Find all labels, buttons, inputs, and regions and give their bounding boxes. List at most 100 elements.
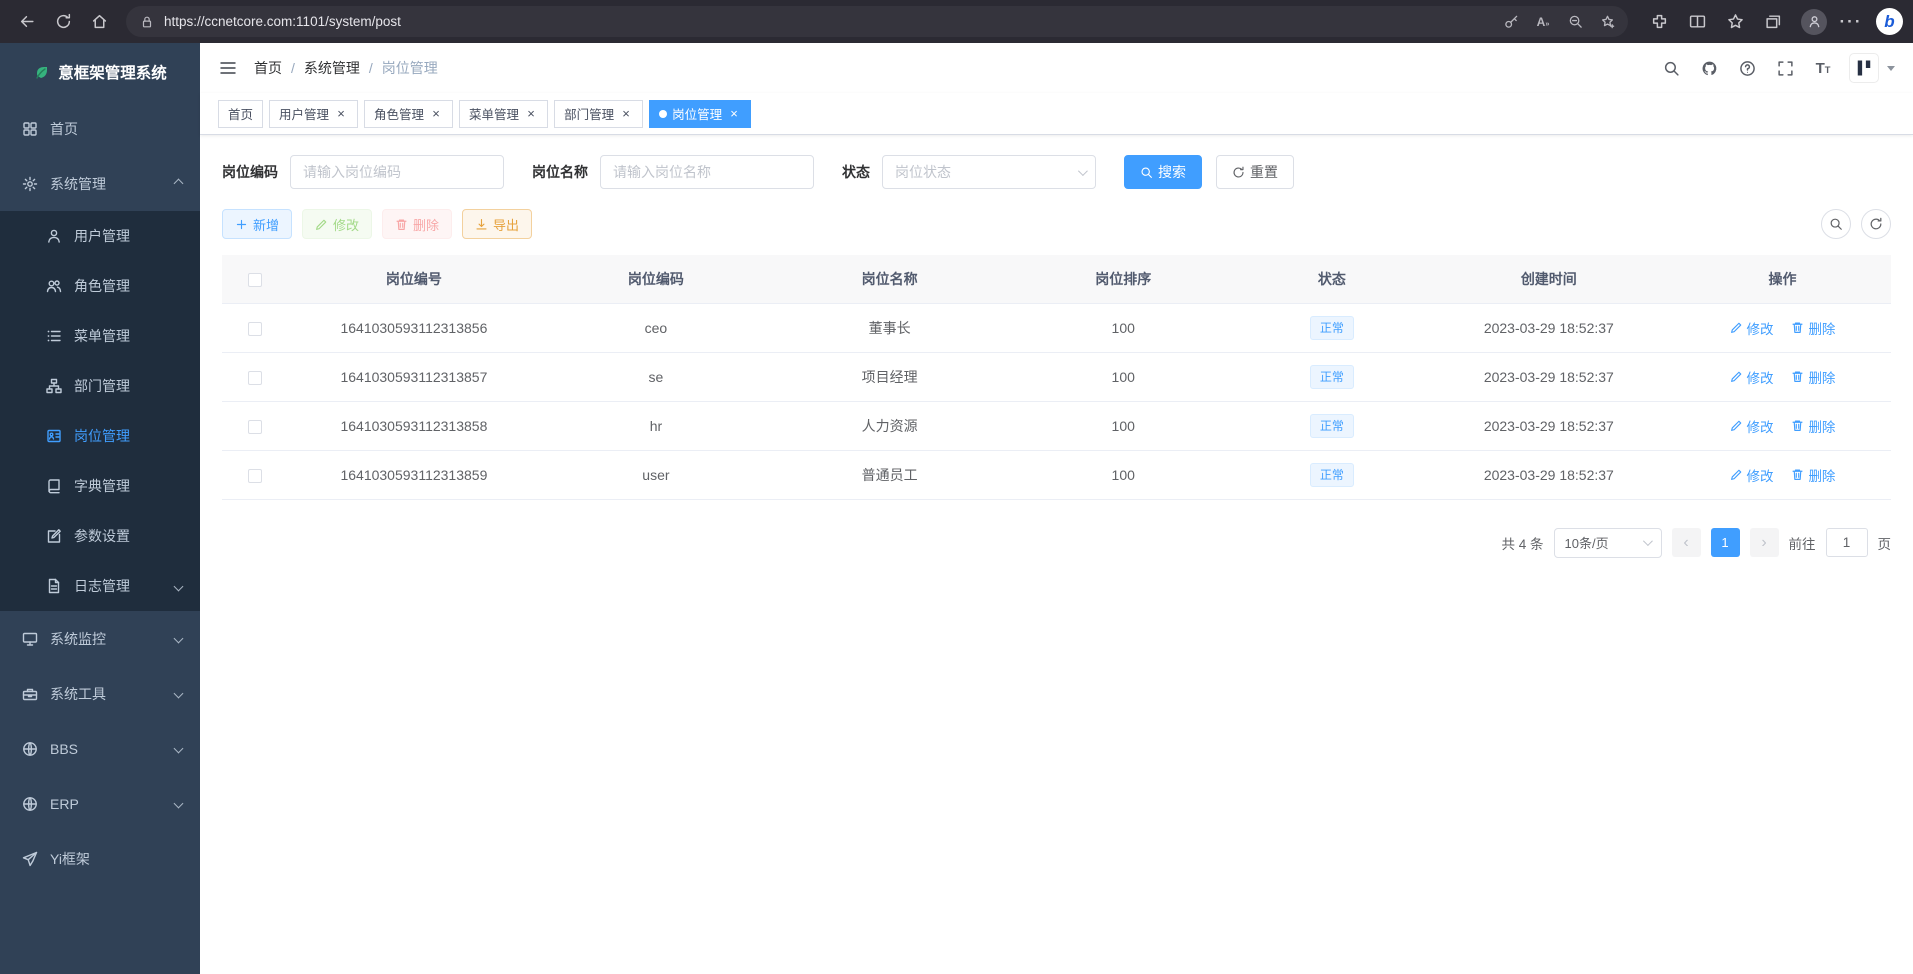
browser-profile-avatar[interactable] bbox=[1801, 9, 1827, 35]
tab-close-icon[interactable]: × bbox=[429, 107, 443, 121]
post-code-input[interactable] bbox=[290, 155, 504, 189]
tab[interactable]: 菜单管理 × bbox=[459, 100, 548, 128]
delete-row-button[interactable]: 删除 bbox=[1791, 318, 1835, 338]
goto-page-input[interactable] bbox=[1826, 528, 1868, 557]
key-icon[interactable] bbox=[1496, 8, 1526, 35]
app-navbar: 首页 / 系统管理 / 岗位管理 TT bbox=[200, 43, 1913, 93]
delete-button[interactable]: 删除 bbox=[382, 209, 452, 239]
search-icon[interactable] bbox=[1659, 56, 1683, 80]
sidebar-item[interactable]: 首页 bbox=[0, 101, 200, 156]
hamburger-icon[interactable] bbox=[218, 58, 238, 78]
fullscreen-icon[interactable] bbox=[1773, 56, 1797, 80]
sidebar-item[interactable]: 角色管理 bbox=[0, 261, 200, 311]
edit-row-button[interactable]: 修改 bbox=[1730, 416, 1774, 436]
add-button[interactable]: 新增 bbox=[222, 209, 292, 239]
status-select[interactable] bbox=[882, 155, 1096, 189]
cell-created-time: 2023-03-29 18:52:37 bbox=[1424, 303, 1674, 352]
next-page-button[interactable]: › bbox=[1750, 528, 1779, 557]
browser-chrome: https://ccnetcore.com:1101/system/post A… bbox=[0, 0, 1913, 43]
page-size-select[interactable]: 10条/页 bbox=[1554, 528, 1662, 558]
tab-close-icon[interactable]: × bbox=[524, 107, 538, 121]
tab[interactable]: 部门管理 × bbox=[554, 100, 643, 128]
question-icon[interactable] bbox=[1735, 56, 1759, 80]
lock-icon bbox=[140, 15, 154, 29]
tab-close-icon[interactable]: × bbox=[619, 107, 633, 121]
edit-row-button[interactable]: 修改 bbox=[1730, 465, 1774, 485]
sidebar-item[interactable]: 参数设置 bbox=[0, 511, 200, 561]
sidebar-item[interactable]: ERP bbox=[0, 776, 200, 831]
avatar-caret-icon[interactable] bbox=[1887, 66, 1895, 71]
chevron-icon bbox=[174, 689, 184, 699]
delete-row-button[interactable]: 删除 bbox=[1791, 367, 1835, 387]
bing-icon[interactable]: b bbox=[1876, 8, 1903, 35]
dashboard-icon bbox=[22, 121, 38, 137]
edit-button[interactable]: 修改 bbox=[302, 209, 372, 239]
breadcrumb: 首页 / 系统管理 / 岗位管理 bbox=[254, 58, 438, 78]
reload-icon[interactable] bbox=[46, 5, 80, 39]
sidebar-item[interactable]: 部门管理 bbox=[0, 361, 200, 411]
user-avatar[interactable] bbox=[1849, 53, 1879, 83]
star-icon[interactable] bbox=[1718, 5, 1752, 39]
sidebar-item-label: ERP bbox=[50, 796, 79, 812]
refresh-table-button[interactable] bbox=[1861, 209, 1891, 239]
edit-row-button[interactable]: 修改 bbox=[1730, 318, 1774, 338]
back-icon[interactable] bbox=[10, 5, 44, 39]
row-checkbox[interactable] bbox=[248, 322, 262, 336]
starplus-icon[interactable] bbox=[1592, 8, 1622, 35]
post-name-input[interactable] bbox=[600, 155, 814, 189]
tab-close-icon[interactable]: × bbox=[334, 107, 348, 121]
row-checkbox[interactable] bbox=[248, 371, 262, 385]
tab-label: 用户管理 bbox=[279, 104, 329, 123]
sidebar-item[interactable]: 菜单管理 bbox=[0, 311, 200, 361]
export-button[interactable]: 导出 bbox=[462, 209, 532, 239]
edit-row-button[interactable]: 修改 bbox=[1730, 367, 1774, 387]
sidebar-item[interactable]: Yi框架 bbox=[0, 831, 200, 886]
tab[interactable]: 用户管理 × bbox=[269, 100, 358, 128]
toggle-search-button[interactable] bbox=[1821, 209, 1851, 239]
puzzle-icon[interactable] bbox=[1642, 5, 1676, 39]
sidebar-item[interactable]: 字典管理 bbox=[0, 461, 200, 511]
readaloud-icon[interactable]: A» bbox=[1528, 8, 1558, 35]
row-checkbox[interactable] bbox=[248, 420, 262, 434]
cell-post-code: user bbox=[539, 450, 773, 499]
search-button[interactable]: 搜索 bbox=[1124, 155, 1202, 189]
reset-button[interactable]: 重置 bbox=[1216, 155, 1294, 189]
fontsize-icon[interactable]: TT bbox=[1811, 56, 1835, 80]
address-bar[interactable]: https://ccnetcore.com:1101/system/post A… bbox=[126, 6, 1628, 37]
select-all-checkbox[interactable] bbox=[248, 273, 262, 287]
row-checkbox[interactable] bbox=[248, 469, 262, 483]
sidebar-item-label: 首页 bbox=[50, 119, 78, 139]
split-icon[interactable] bbox=[1680, 5, 1714, 39]
tab[interactable]: 首页 × bbox=[218, 100, 263, 128]
cell-post-code: hr bbox=[539, 401, 773, 450]
page-number-button[interactable]: 1 bbox=[1711, 528, 1740, 557]
sidebar-item[interactable]: 岗位管理 bbox=[0, 411, 200, 461]
sidebar-item[interactable]: 系统监控 bbox=[0, 611, 200, 666]
tab-close-icon[interactable]: × bbox=[727, 107, 741, 121]
delete-row-button[interactable]: 删除 bbox=[1791, 416, 1835, 436]
sidebar-item-label: 用户管理 bbox=[74, 226, 130, 246]
prev-page-button[interactable]: ‹ bbox=[1672, 528, 1701, 557]
tab[interactable]: 角色管理 × bbox=[364, 100, 453, 128]
app-logo: 意框架管理系统 bbox=[0, 43, 200, 101]
delete-row-button[interactable]: 删除 bbox=[1791, 465, 1835, 485]
sidebar: 意框架管理系统 首页 系统管理 用户管理 bbox=[0, 43, 200, 974]
sidebar-item[interactable]: 系统管理 bbox=[0, 156, 200, 211]
sidebar-item[interactable]: 日志管理 bbox=[0, 561, 200, 611]
sidebar-item[interactable]: 系统工具 bbox=[0, 666, 200, 721]
breadcrumb-home[interactable]: 首页 bbox=[254, 58, 282, 78]
browser-menu-icon[interactable]: ··· bbox=[1834, 5, 1868, 39]
zoomout-icon[interactable] bbox=[1560, 8, 1590, 35]
tab[interactable]: 岗位管理 × bbox=[649, 100, 751, 128]
chevron-down-icon bbox=[1642, 536, 1652, 546]
status-select-input[interactable] bbox=[882, 155, 1096, 189]
table-body: 1641030593112313856 ceo 董事长 100 正常 2023-… bbox=[222, 303, 1891, 499]
post-name-label: 岗位名称 bbox=[532, 162, 588, 182]
post-table: 岗位编号岗位编码岗位名称岗位排序状态创建时间操作 164103059311231… bbox=[222, 255, 1891, 500]
browser-home-icon[interactable] bbox=[82, 5, 116, 39]
sidebar-item-label: 部门管理 bbox=[74, 376, 130, 396]
sidebar-item[interactable]: BBS bbox=[0, 721, 200, 776]
sidebar-item[interactable]: 用户管理 bbox=[0, 211, 200, 261]
collections-icon[interactable] bbox=[1756, 5, 1790, 39]
github-icon[interactable] bbox=[1697, 56, 1721, 80]
